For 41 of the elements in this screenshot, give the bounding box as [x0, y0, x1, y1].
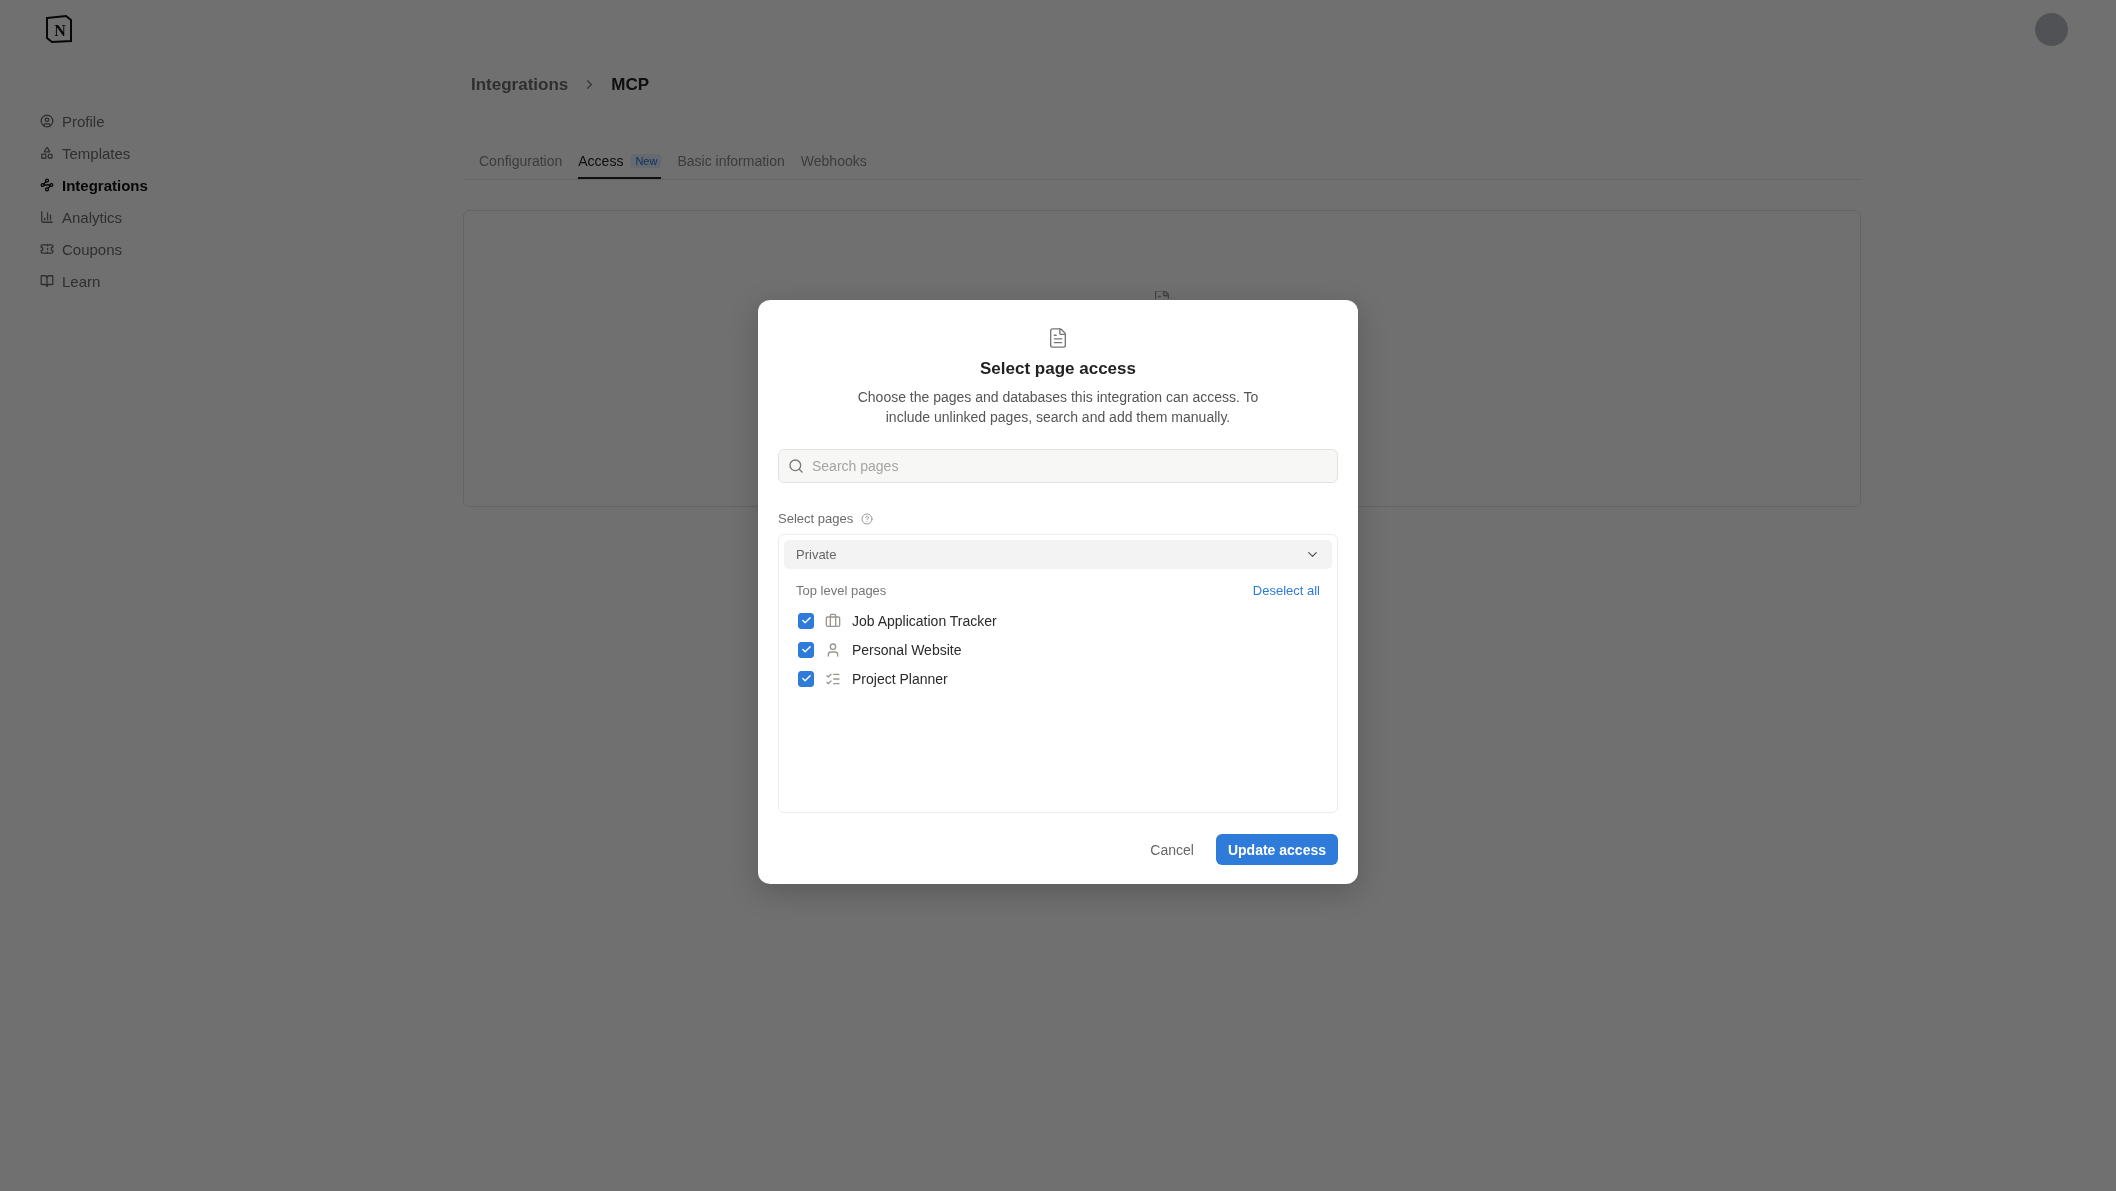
checkmark-icon	[800, 615, 812, 626]
ticket-icon	[40, 242, 54, 256]
book-icon	[40, 274, 54, 288]
page-title: Personal Website	[852, 641, 962, 658]
sidebar-item[interactable]: Coupons	[40, 233, 123, 265]
sidebar-item[interactable]: Analytics	[40, 201, 123, 233]
checkbox[interactable]	[798, 641, 814, 658]
file-icon	[1047, 327, 1069, 349]
update-access-button[interactable]: Update access	[1215, 834, 1338, 865]
person-icon	[825, 641, 841, 658]
breadcrumb-current: MCP	[611, 74, 650, 95]
checkmark-icon	[800, 673, 812, 684]
section-label: Select pages	[778, 511, 854, 526]
briefcase-icon	[825, 612, 841, 629]
checkmark-icon	[800, 644, 812, 655]
page-title: Project Planner	[852, 670, 948, 687]
list-heading: Top level pages	[796, 583, 887, 598]
tab[interactable]: Access New	[578, 153, 662, 179]
sidebar-item[interactable]: Learn	[40, 265, 101, 297]
new-badge: New	[631, 154, 662, 168]
checkbox[interactable]	[798, 612, 814, 629]
sidebar-item[interactable]: Profile	[40, 105, 105, 137]
breadcrumb-link[interactable]: Integrations	[471, 74, 569, 95]
bar-chart-icon	[40, 210, 54, 224]
file-icon	[1155, 291, 1169, 299]
search-icon	[788, 458, 804, 474]
app-logo: N	[44, 14, 74, 44]
help-icon[interactable]	[861, 512, 874, 525]
deselect-all-link[interactable]: Deselect all	[1252, 583, 1320, 598]
sidebar-item[interactable]: Integrations	[40, 169, 148, 201]
cancel-button[interactable]: Cancel	[1144, 834, 1200, 865]
shapes-icon	[40, 146, 54, 160]
dialog-title: Select page access	[980, 359, 1136, 379]
sidebar-item[interactable]: Templates	[40, 137, 131, 169]
nodes-icon	[40, 178, 54, 192]
page-title: Job Application Tracker	[852, 612, 997, 629]
search-field[interactable]: Search pages	[778, 449, 1338, 483]
dialog-description: Choose the pages and databases this integration can access. To include unlinked pages, search and add them manually.	[856, 388, 1260, 427]
checkbox[interactable]	[798, 670, 814, 687]
workspace-select[interactable]: Private	[784, 540, 1332, 569]
user-circle-icon	[40, 114, 54, 128]
